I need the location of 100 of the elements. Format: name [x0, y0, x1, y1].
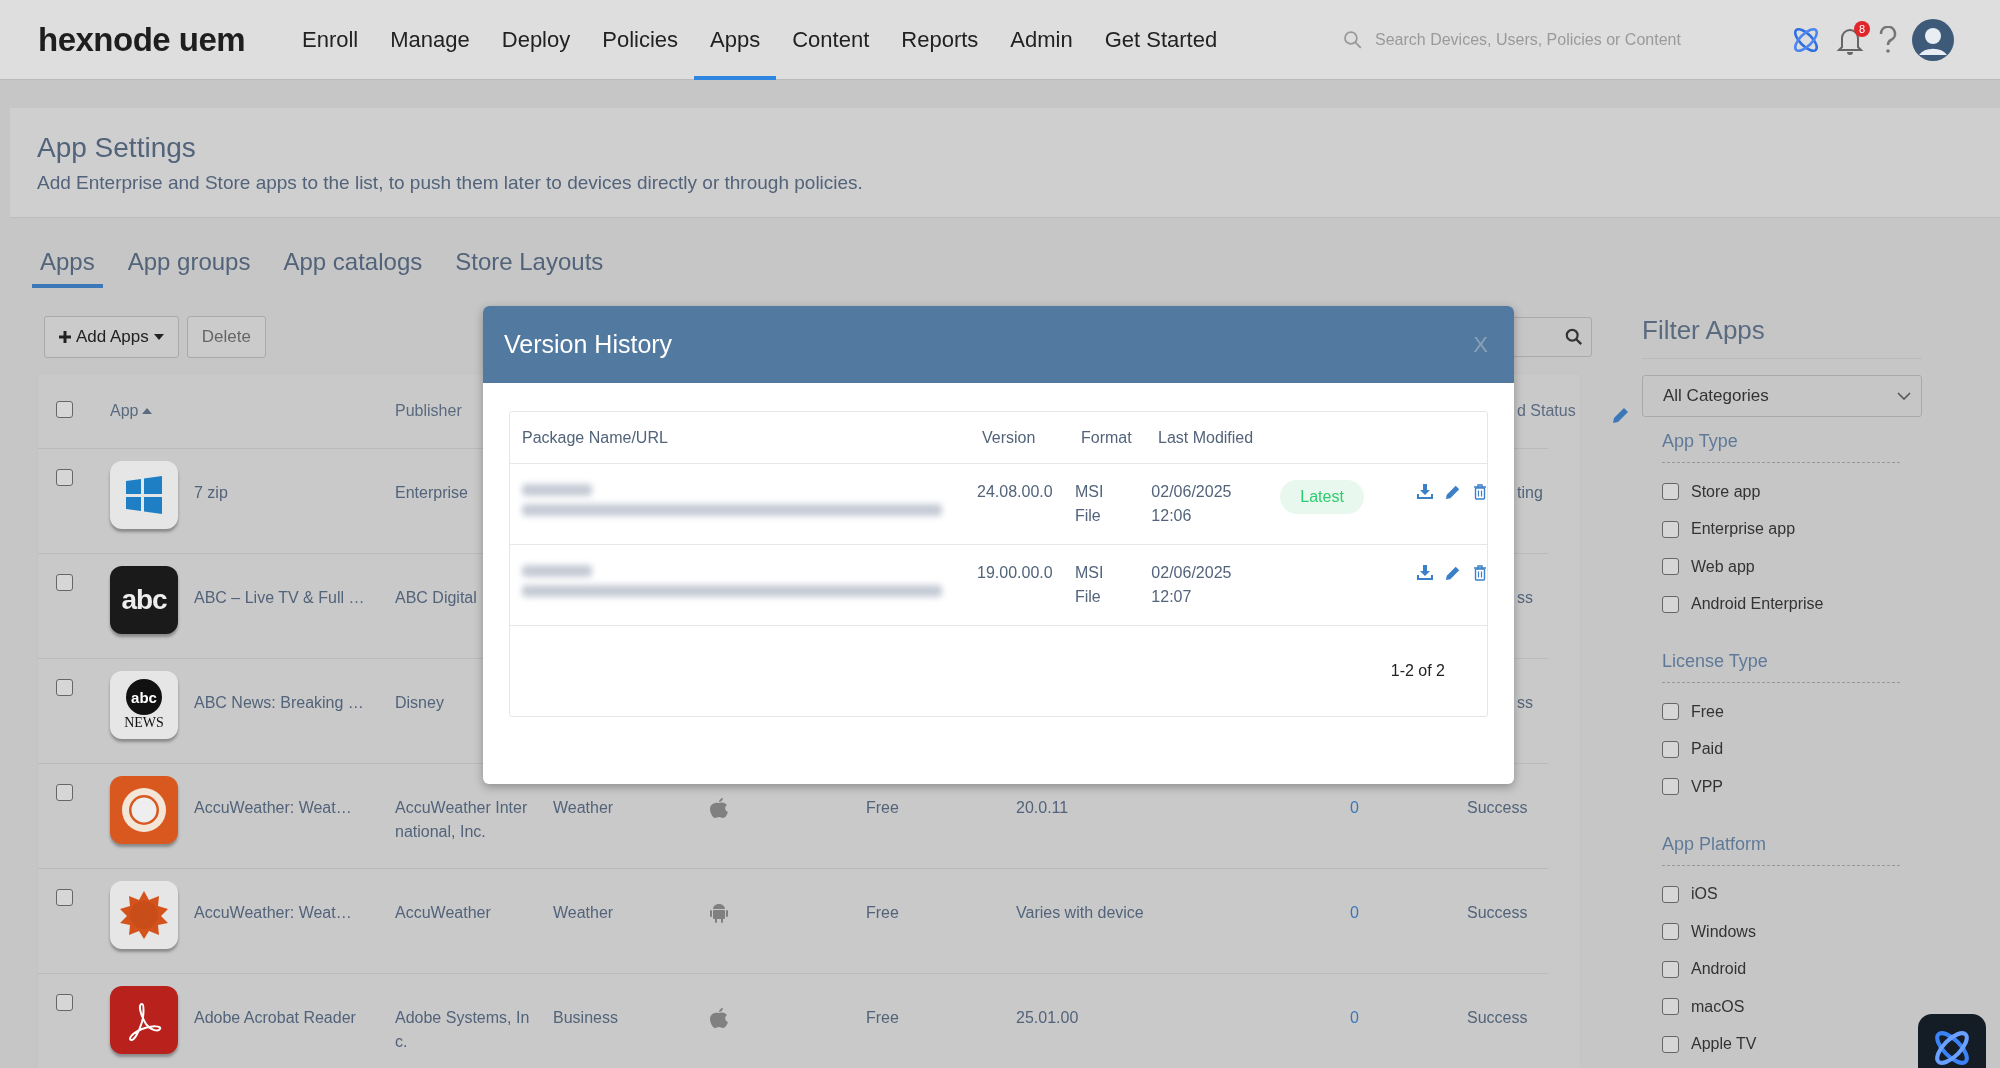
app-name[interactable]: ABC News: Breaking …: [194, 659, 395, 715]
edit-icon[interactable]: [1445, 565, 1461, 581]
nav-item[interactable]: Reports: [885, 0, 995, 80]
checkbox[interactable]: [56, 574, 73, 591]
nav-item[interactable]: Get Started: [1088, 0, 1234, 80]
checkbox-label[interactable]: Paid: [1691, 740, 1724, 759]
tab[interactable]: App catalogs: [275, 248, 431, 288]
checkbox-label[interactable]: Free: [1691, 702, 1724, 721]
checkbox[interactable]: [1662, 1035, 1679, 1053]
tab[interactable]: Apps: [32, 248, 103, 288]
checkbox[interactable]: [1662, 703, 1679, 721]
download-icon[interactable]: [1417, 484, 1433, 500]
checkbox[interactable]: [1662, 595, 1679, 613]
checkbox[interactable]: [1662, 520, 1679, 538]
checkbox-label[interactable]: iOS: [1691, 885, 1718, 904]
add-apps-button[interactable]: Add Apps: [44, 316, 179, 358]
table-cell-text: 20.0.11: [1016, 798, 1070, 818]
column-header: Package Name/URL: [521, 428, 669, 448]
table-cell-text: 24.08.00.0: [977, 482, 1054, 502]
table-cell-text: 02/06/2025 12:06: [1151, 482, 1233, 526]
page-title: App Settings: [37, 132, 197, 164]
checkbox[interactable]: [1662, 740, 1679, 758]
avatar[interactable]: [1912, 18, 1954, 61]
app-name[interactable]: AccuWeather: Weat…: [194, 869, 395, 925]
nav-item[interactable]: Content: [776, 0, 886, 80]
checkbox[interactable]: [1662, 998, 1679, 1016]
checkbox[interactable]: [56, 889, 73, 906]
tab[interactable]: Store Layouts: [447, 248, 612, 288]
table-cell-text: ss: [1517, 588, 1534, 608]
checkbox[interactable]: [1662, 483, 1679, 501]
windows-logo-icon: [110, 461, 178, 529]
sort-icon[interactable]: [142, 408, 153, 414]
table-cell-text: Weather: [553, 903, 615, 923]
checkbox[interactable]: [1662, 923, 1679, 941]
tab[interactable]: App groups: [119, 248, 259, 288]
table-cell-text: AccuWeather International, Inc.: [395, 798, 529, 842]
app-name[interactable]: ABC – Live TV & Full …: [194, 554, 395, 610]
checkbox[interactable]: [1662, 885, 1679, 903]
checkbox-label[interactable]: Apple TV: [1691, 1035, 1757, 1054]
checkbox[interactable]: [56, 784, 73, 801]
checkbox[interactable]: [56, 469, 73, 486]
logo[interactable]: hexnode uem: [38, 20, 286, 59]
checkbox-label[interactable]: Android Enterprise: [1691, 595, 1824, 614]
category-dropdown[interactable]: All Categories: [1642, 375, 1922, 417]
nav-item[interactable]: Policies: [586, 0, 695, 80]
abc-logo-icon: abc: [110, 566, 178, 634]
app-name[interactable]: AccuWeather: Weat…: [194, 764, 395, 820]
checkbox[interactable]: [56, 994, 73, 1011]
checkbox-label[interactable]: Web app: [1691, 557, 1755, 576]
android-icon: [710, 903, 728, 923]
table-cell-text: MSI File: [1075, 482, 1105, 526]
table-cell-text: Enterprise: [395, 483, 469, 503]
download-icon[interactable]: [1417, 565, 1433, 581]
chevron-down-icon: [1897, 392, 1911, 400]
table-cell-text: Success: [1467, 798, 1529, 818]
latest-badge: Latest: [1280, 480, 1364, 514]
trash-icon[interactable]: [1473, 565, 1487, 581]
checkbox[interactable]: [56, 679, 73, 696]
delete-button[interactable]: Delete: [186, 316, 266, 358]
assistant-button[interactable]: [1918, 1014, 1986, 1068]
table-cell-text: Adobe Systems, Inc.: [395, 1008, 531, 1052]
checkbox[interactable]: [1662, 778, 1679, 796]
filter-group-title: App Platform: [1662, 833, 1900, 866]
table-cell-text: Business: [553, 1008, 619, 1028]
checkbox-label[interactable]: Enterprise app: [1691, 520, 1796, 539]
table-cell-text: ss: [1517, 693, 1534, 713]
checkbox-label[interactable]: macOS: [1691, 997, 1745, 1016]
table-cell-text: 02/06/2025 12:07: [1151, 563, 1233, 607]
table-cell-text: Success: [1467, 1008, 1529, 1028]
trash-icon[interactable]: [1473, 484, 1487, 500]
nav-item[interactable]: Enroll: [286, 0, 375, 80]
table-cell-text: AccuWeather: [395, 903, 492, 923]
help-icon[interactable]: [1878, 25, 1898, 54]
app-name[interactable]: 7 zip: [194, 449, 395, 505]
search-field[interactable]: Search Devices, Users, Policies or Content: [1343, 29, 1744, 50]
nav-item[interactable]: Admin: [994, 0, 1089, 80]
checkbox-label[interactable]: Windows: [1691, 922, 1756, 941]
edit-columns-icon[interactable]: [1612, 406, 1630, 424]
nav-item[interactable]: Apps: [694, 0, 777, 80]
checkbox[interactable]: [56, 400, 73, 418]
column-header: Last Modified: [1158, 428, 1255, 448]
edit-icon[interactable]: [1445, 484, 1461, 500]
filter-group-title: License Type: [1662, 651, 1900, 683]
checkbox-label[interactable]: Store app: [1691, 482, 1761, 501]
table-cell-text: ABC Digital: [395, 588, 478, 608]
checkbox[interactable]: [1662, 558, 1679, 576]
caret-icon: [153, 334, 164, 340]
app-name[interactable]: Adobe Acrobat Reader: [194, 974, 395, 1030]
checkbox-label[interactable]: VPP: [1691, 777, 1723, 796]
checkbox[interactable]: [1662, 960, 1679, 978]
nav-item[interactable]: Manage: [374, 0, 486, 80]
filter-group-title: App Type: [1662, 431, 1900, 463]
pagination-text: 1-2 of 2: [1390, 662, 1445, 680]
nav-item[interactable]: Deploy: [485, 0, 587, 80]
table-cell-text: Free: [866, 1008, 900, 1028]
table-cell-text: Free: [866, 798, 900, 818]
page-subtitle: Add Enterprise and Store apps to the list, to push them later to devices directly or through policies.: [37, 172, 864, 194]
checkbox-label[interactable]: Android: [1691, 960, 1747, 979]
acrobat-logo-icon: [110, 986, 178, 1054]
apple-icon: [710, 1008, 728, 1028]
